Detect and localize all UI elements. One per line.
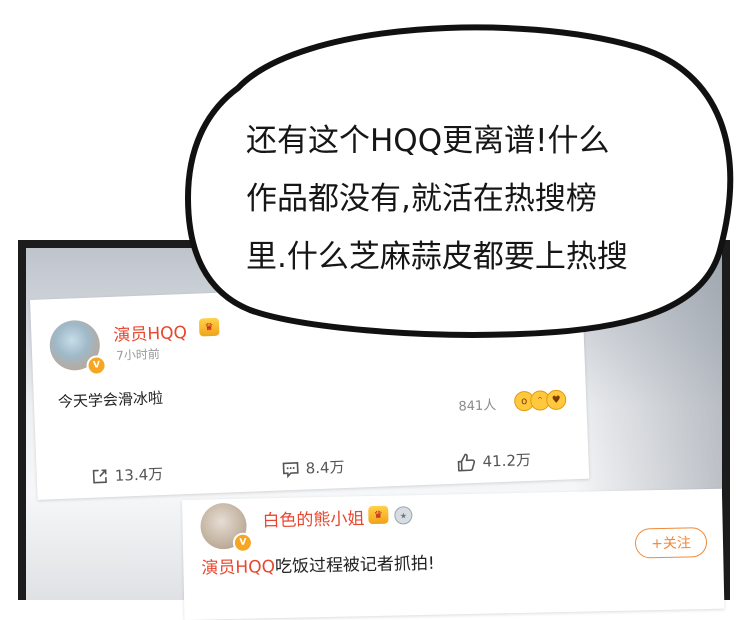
bubble-line-1: 还有这个HQQ更离谱!什么 bbox=[246, 123, 610, 159]
speech-bubble bbox=[185, 24, 734, 338]
speech-bubble-text: 还有这个HQQ更离谱!什么 作品都没有,就活在热搜榜 里.什么芝麻蒜皮都要上热搜 bbox=[246, 112, 686, 286]
bubble-line-2: 作品都没有,就活在热搜榜 bbox=[246, 181, 597, 217]
bubble-line-3: 里.什么芝麻蒜皮都要上热搜 bbox=[246, 239, 628, 275]
